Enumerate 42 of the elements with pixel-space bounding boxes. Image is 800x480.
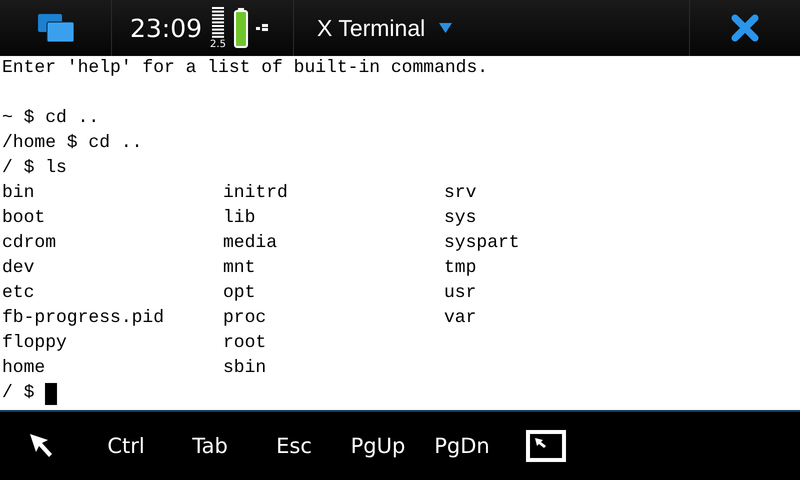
app-title-menu[interactable]: X Terminal — [317, 14, 452, 42]
battery-icon — [234, 8, 248, 48]
close-icon[interactable] — [731, 14, 759, 42]
file-name: dev — [2, 257, 36, 280]
dropdown-caret-icon — [439, 23, 452, 33]
file-name: cdrom — [2, 232, 58, 255]
fullscreen-icon — [526, 430, 566, 462]
terminal-line: /home $ cd .. — [2, 132, 144, 155]
file-name: syspart — [444, 232, 521, 255]
file-name: srv — [444, 182, 478, 205]
file-name: usr — [444, 282, 478, 305]
file-name: media — [223, 232, 278, 255]
terminal-line: / $ ls — [2, 157, 68, 180]
file-name: initrd — [223, 182, 289, 205]
file-name: sbin — [223, 357, 268, 380]
file-name: etc — [2, 282, 36, 305]
file-name: root — [223, 332, 268, 355]
prompt-text: / $ — [2, 382, 34, 405]
file-name: sys — [444, 207, 478, 230]
file-name: bin — [2, 182, 36, 205]
file-name: opt — [223, 282, 256, 305]
connection-icon — [256, 24, 268, 32]
file-name: lib — [223, 207, 256, 230]
file-name: home — [2, 357, 46, 380]
key-button[interactable]: Tab — [168, 412, 252, 480]
terminal-line: Enter 'help' for a list of built-in commands. — [2, 57, 490, 80]
key-button[interactable]: Esc — [252, 412, 336, 480]
file-name: fb-progress.pid — [2, 307, 166, 330]
terminal-line: ~ $ cd .. — [2, 107, 100, 130]
signal-strength-icon — [212, 6, 224, 40]
file-name: boot — [2, 207, 46, 230]
file-name: mnt — [223, 257, 256, 280]
key-button[interactable]: PgDn — [420, 412, 504, 480]
file-name: var — [444, 307, 478, 330]
key-button[interactable]: Ctrl — [84, 412, 168, 480]
file-name: proc — [223, 307, 268, 330]
key-button[interactable]: PgUp — [336, 412, 420, 480]
network-type-label: 2.5 — [210, 40, 226, 50]
clock-time: 23:09 — [130, 14, 202, 42]
task-switcher-icon[interactable] — [38, 14, 74, 42]
file-name: tmp — [444, 257, 478, 280]
file-name: floppy — [2, 332, 68, 355]
